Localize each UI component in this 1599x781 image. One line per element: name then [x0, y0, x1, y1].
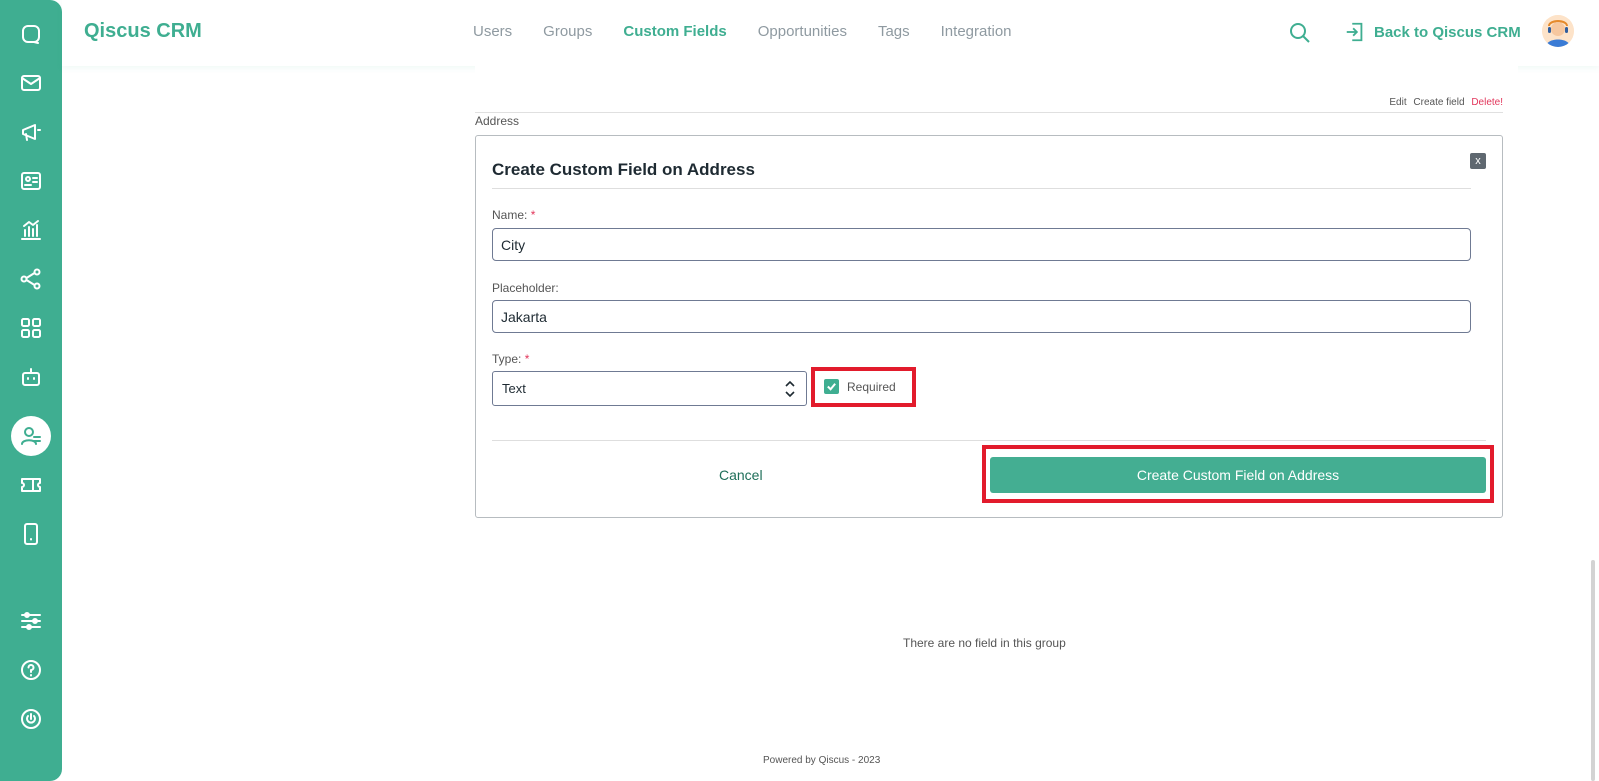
type-select-value: Text	[502, 381, 526, 396]
create-field-link[interactable]: Create field	[1413, 97, 1464, 108]
type-label-wrap: Type: *	[492, 352, 529, 366]
scrollbar[interactable]	[1591, 560, 1595, 781]
placeholder-field[interactable]: Jakarta	[492, 300, 1471, 333]
cancel-button[interactable]: Cancel	[719, 467, 763, 483]
footer-text: Powered by Qiscus - 2023	[763, 755, 881, 766]
title-divider	[492, 188, 1471, 189]
create-field-panel: Create Custom Field on Address x Name: *…	[475, 135, 1503, 518]
apps-grid-icon[interactable]	[11, 308, 51, 348]
back-to-crm-link[interactable]: Back to Qiscus CRM	[1344, 21, 1521, 43]
group-divider	[475, 112, 1503, 113]
name-field[interactable]: City	[492, 228, 1471, 261]
crm-user-icon[interactable]	[11, 416, 51, 456]
sidebar	[0, 0, 62, 781]
user-avatar-icon	[1542, 15, 1574, 47]
contact-card-icon[interactable]	[11, 161, 51, 201]
mobile-icon[interactable]	[11, 514, 51, 554]
settings-sliders-icon[interactable]	[11, 601, 51, 641]
name-field-value: City	[501, 236, 526, 253]
check-icon	[827, 383, 836, 391]
type-label: Type:	[492, 352, 522, 366]
chevron-up-down-icon	[785, 380, 795, 397]
tab-integration[interactable]: Integration	[941, 23, 1012, 40]
tab-users[interactable]: Users	[473, 23, 512, 40]
help-icon[interactable]	[11, 650, 51, 690]
footer-divider	[492, 440, 1486, 441]
required-asterisk: *	[524, 352, 530, 366]
analytics-icon[interactable]	[11, 210, 51, 250]
create-field-button[interactable]: Create Custom Field on Address	[990, 457, 1486, 493]
close-button[interactable]: x	[1470, 153, 1486, 169]
required-asterisk: *	[530, 208, 536, 222]
search-icon[interactable]	[1288, 21, 1312, 45]
share-nodes-icon[interactable]	[11, 259, 51, 299]
required-checkbox-wrap[interactable]: Required	[824, 379, 896, 394]
mail-icon[interactable]	[11, 63, 51, 103]
chat-icon[interactable]	[11, 14, 51, 54]
tab-groups[interactable]: Groups	[543, 23, 592, 40]
edit-group-link[interactable]: Edit	[1389, 97, 1406, 108]
app-brand[interactable]: Qiscus CRM	[84, 20, 202, 43]
name-label: Name:	[492, 208, 528, 222]
tab-custom-fields[interactable]: Custom Fields	[623, 23, 726, 40]
empty-group-message: There are no field in this group	[903, 636, 1066, 650]
name-label-wrap: Name: *	[492, 208, 535, 222]
card-top	[475, 60, 1518, 82]
delete-group-link[interactable]: Delete!	[1471, 97, 1503, 108]
power-icon[interactable]	[11, 699, 51, 739]
robot-icon[interactable]	[11, 357, 51, 397]
sign-in-icon	[1346, 22, 1363, 42]
panel-title: Create Custom Field on Address	[492, 160, 755, 179]
back-to-crm-label: Back to Qiscus CRM	[1374, 23, 1521, 41]
required-checkbox[interactable]	[824, 379, 839, 394]
avatar[interactable]	[1542, 15, 1574, 47]
type-select[interactable]: Text	[492, 371, 807, 406]
ticket-icon[interactable]	[11, 465, 51, 505]
tab-tags[interactable]: Tags	[878, 23, 910, 40]
required-label: Required	[847, 379, 896, 394]
placeholder-label: Placeholder:	[492, 281, 559, 295]
tab-opportunities[interactable]: Opportunities	[758, 23, 847, 40]
main-nav: Users Groups Custom Fields Opportunities…	[473, 23, 1043, 40]
top-navigation-bar: Qiscus CRM Users Groups Custom Fields Op…	[62, 0, 1599, 66]
group-name: Address	[475, 114, 520, 128]
group-actions: Edit Create field Delete!	[1385, 97, 1503, 108]
placeholder-field-value: Jakarta	[501, 308, 547, 325]
megaphone-icon[interactable]	[11, 112, 51, 152]
